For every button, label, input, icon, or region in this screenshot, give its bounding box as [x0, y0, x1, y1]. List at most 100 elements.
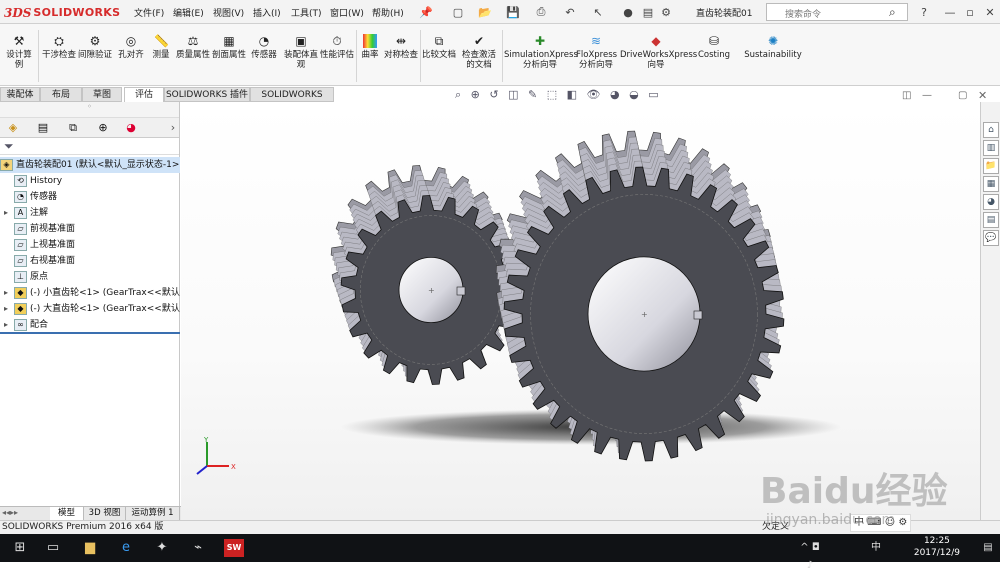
expand-arrow-icon[interactable]: ▸ — [4, 301, 14, 317]
menu-help[interactable]: 帮助(H) — [372, 6, 404, 19]
notification-icon[interactable]: ▤ — [978, 539, 998, 557]
tab-solidworks-mbd[interactable]: SOLIDWORKS MBD — [250, 87, 334, 114]
tree-item[interactable]: ⟲ History — [0, 173, 180, 189]
apply-scene-icon[interactable]: ◒ — [629, 88, 639, 101]
viewport-restore-icon[interactable]: ◫ — [902, 90, 911, 101]
file-explorer-icon[interactable]: 📁 — [983, 158, 999, 174]
hole-align-button[interactable]: ◎ 孔对齐 — [114, 34, 148, 60]
expand-arrow-icon[interactable]: ▸ — [4, 317, 14, 333]
save-icon[interactable]: 💾 — [505, 4, 521, 20]
hide-show-items-icon[interactable]: 👁 — [587, 88, 601, 101]
filter-icon[interactable]: ⏷ — [4, 139, 14, 154]
tree-item[interactable]: ▱ 上视基准面 — [0, 237, 180, 253]
menu-window[interactable]: 窗口(W) — [330, 6, 364, 19]
tab-model[interactable]: 模型 — [50, 507, 84, 520]
forum-icon[interactable]: 💬 — [983, 230, 999, 246]
tab-assembly[interactable]: 装配体 — [0, 87, 40, 102]
menu-tools[interactable]: 工具(T) — [291, 6, 322, 19]
task-view-icon[interactable]: ▭ — [43, 539, 63, 557]
driveworksxpress-button[interactable]: ◆ DriveWorksXpress 向导 — [620, 34, 697, 70]
tab-motion-study[interactable]: 运动算例 1 — [126, 507, 180, 520]
tab-3d-view[interactable]: 3D 视图 — [84, 507, 126, 520]
sensor-button[interactable]: ◔ 传感器 — [248, 34, 280, 60]
expand-arrow-icon[interactable]: ▸ — [4, 285, 14, 301]
ime-indicator[interactable]: 中 — [866, 539, 886, 557]
edit-appearance-icon[interactable]: ◕ — [610, 88, 620, 101]
viewport-maximize-icon[interactable]: ▢ — [958, 90, 967, 101]
app-icon-2[interactable]: ⌁ — [188, 539, 208, 557]
sustainability-button[interactable]: ✺ Sustainability — [740, 34, 806, 60]
solidworks-logo[interactable]: 3DS SOLIDWORKS — [4, 4, 120, 21]
check-document-button[interactable]: ✔ 检查激活的文档 — [458, 34, 500, 70]
tab-evaluate[interactable]: 评估 — [124, 87, 164, 102]
property-manager-tab-icon[interactable]: ▤ — [34, 120, 52, 136]
solidworks-resources-icon[interactable]: ⌂ — [983, 122, 999, 138]
panel-expand-icon[interactable]: › — [164, 120, 182, 136]
new-document-icon[interactable]: ▢ — [450, 4, 466, 20]
configuration-manager-tab-icon[interactable]: ⧉ — [64, 120, 82, 136]
section-view-icon[interactable]: ◫ — [508, 88, 518, 101]
viewport-close-icon[interactable]: ✕ — [978, 89, 987, 102]
solidworks-taskbar-icon[interactable]: SW — [224, 539, 244, 557]
view-settings-icon[interactable]: ▭ — [648, 88, 658, 101]
clearance-button[interactable]: ⚙ 间隙验证 — [78, 34, 112, 60]
pin-icon[interactable]: 📌 — [418, 4, 434, 20]
custom-properties-icon[interactable]: ▤ — [983, 212, 999, 228]
tree-root-assembly[interactable]: ◈ 直齿轮装配01 (默认<默认_显示状态-1>) — [0, 157, 180, 173]
search-icon[interactable]: ⌕ — [889, 5, 896, 20]
open-icon[interactable]: 📂 — [477, 4, 493, 20]
file-explorer-icon[interactable]: ▆ — [80, 539, 100, 557]
tree-item[interactable]: ▸ ∞ 配合 — [0, 317, 180, 333]
tab-sketch[interactable]: 草图 — [82, 87, 122, 102]
zoom-to-fit-icon[interactable]: ⌕ — [455, 88, 461, 101]
tab-layout[interactable]: 布局 — [40, 87, 82, 102]
assembly-visualization-button[interactable]: ▣ 装配体直观 — [284, 34, 318, 70]
filter-bar[interactable]: ⏷ — [0, 138, 179, 155]
undo-icon[interactable]: ↶ — [562, 4, 578, 20]
app-icon[interactable]: ✦ — [152, 539, 172, 557]
mass-properties-button[interactable]: ⚖ 质量属性 — [176, 34, 210, 60]
minimize-icon[interactable]: — — [942, 4, 958, 20]
feature-manager-tab-icon[interactable]: ◈ — [4, 120, 22, 136]
tree-item[interactable]: ▸ ◆ (-) 小直齿轮<1> (GearTrax<<默认 — [0, 285, 180, 301]
view-orientation-icon[interactable]: ⬚ — [547, 88, 557, 101]
help-icon[interactable]: ? — [916, 4, 932, 20]
floxpress-button[interactable]: ≋ FloXpress 分析向导 — [576, 34, 617, 70]
options-gear-icon[interactable]: ⚙ — [658, 4, 674, 20]
maximize-icon[interactable]: ▫ — [962, 4, 978, 20]
close-icon[interactable]: ✕ — [982, 4, 998, 20]
interference-button[interactable]: ⛭ 干涉检查 — [42, 34, 76, 60]
expand-arrow-icon[interactable]: ▸ — [4, 205, 14, 221]
dimxpert-tab-icon[interactable]: ⊕ — [94, 120, 112, 136]
tree-item[interactable]: ▸ ◆ (-) 大直齿轮<1> (GearTrax<<默认 — [0, 301, 180, 317]
tab-solidworks-addins[interactable]: SOLIDWORKS 插件 — [164, 87, 250, 102]
edge-icon[interactable]: e — [116, 539, 136, 557]
menu-file[interactable]: 文件(F) — [134, 6, 164, 19]
symmetry-check-button[interactable]: ⇹ 对称检查 — [384, 34, 418, 60]
tree-item[interactable]: ▱ 右视基准面 — [0, 253, 180, 269]
traffic-light-icon[interactable]: ● — [620, 4, 636, 20]
view-palette-icon[interactable]: ▦ — [983, 176, 999, 192]
curvature-button[interactable]: 曲率 — [358, 34, 382, 60]
menu-edit[interactable]: 编辑(E) — [173, 6, 204, 19]
appearances-icon[interactable]: ◕ — [983, 194, 999, 210]
section-properties-button[interactable]: ▦ 剖面属性 — [212, 34, 246, 60]
display-style-icon[interactable]: ◧ — [567, 88, 577, 101]
viewport-minimize-icon[interactable]: — — [922, 90, 932, 101]
costing-button[interactable]: ⛁ Costing — [694, 34, 734, 60]
small-spur-gear[interactable]: + — [330, 165, 522, 385]
system-tray-icons[interactable]: ^ ◘ ♪ — [800, 539, 820, 571]
compare-documents-button[interactable]: ⧉ 比较文档 — [422, 34, 456, 60]
zoom-area-icon[interactable]: ⊕ — [471, 88, 480, 101]
display-manager-tab-icon[interactable]: ◕ — [122, 120, 140, 136]
file-properties-icon[interactable]: ▤ — [640, 4, 656, 20]
tree-item[interactable]: ▱ 前视基准面 — [0, 221, 180, 237]
simulationxpress-button[interactable]: ✚ SimulationXpress 分析向导 — [504, 34, 578, 70]
select-arrow-icon[interactable]: ↖ — [590, 4, 606, 20]
menu-insert[interactable]: 插入(I) — [253, 6, 281, 19]
design-study-button[interactable]: ⚒ 设计算例 — [4, 34, 34, 70]
rollback-bar[interactable] — [0, 332, 180, 334]
dynamic-annotation-icon[interactable]: ✎ — [528, 88, 537, 101]
measure-button[interactable]: 📏 测量 — [148, 34, 174, 60]
performance-button[interactable]: ⏱ 性能评估 — [320, 34, 354, 60]
